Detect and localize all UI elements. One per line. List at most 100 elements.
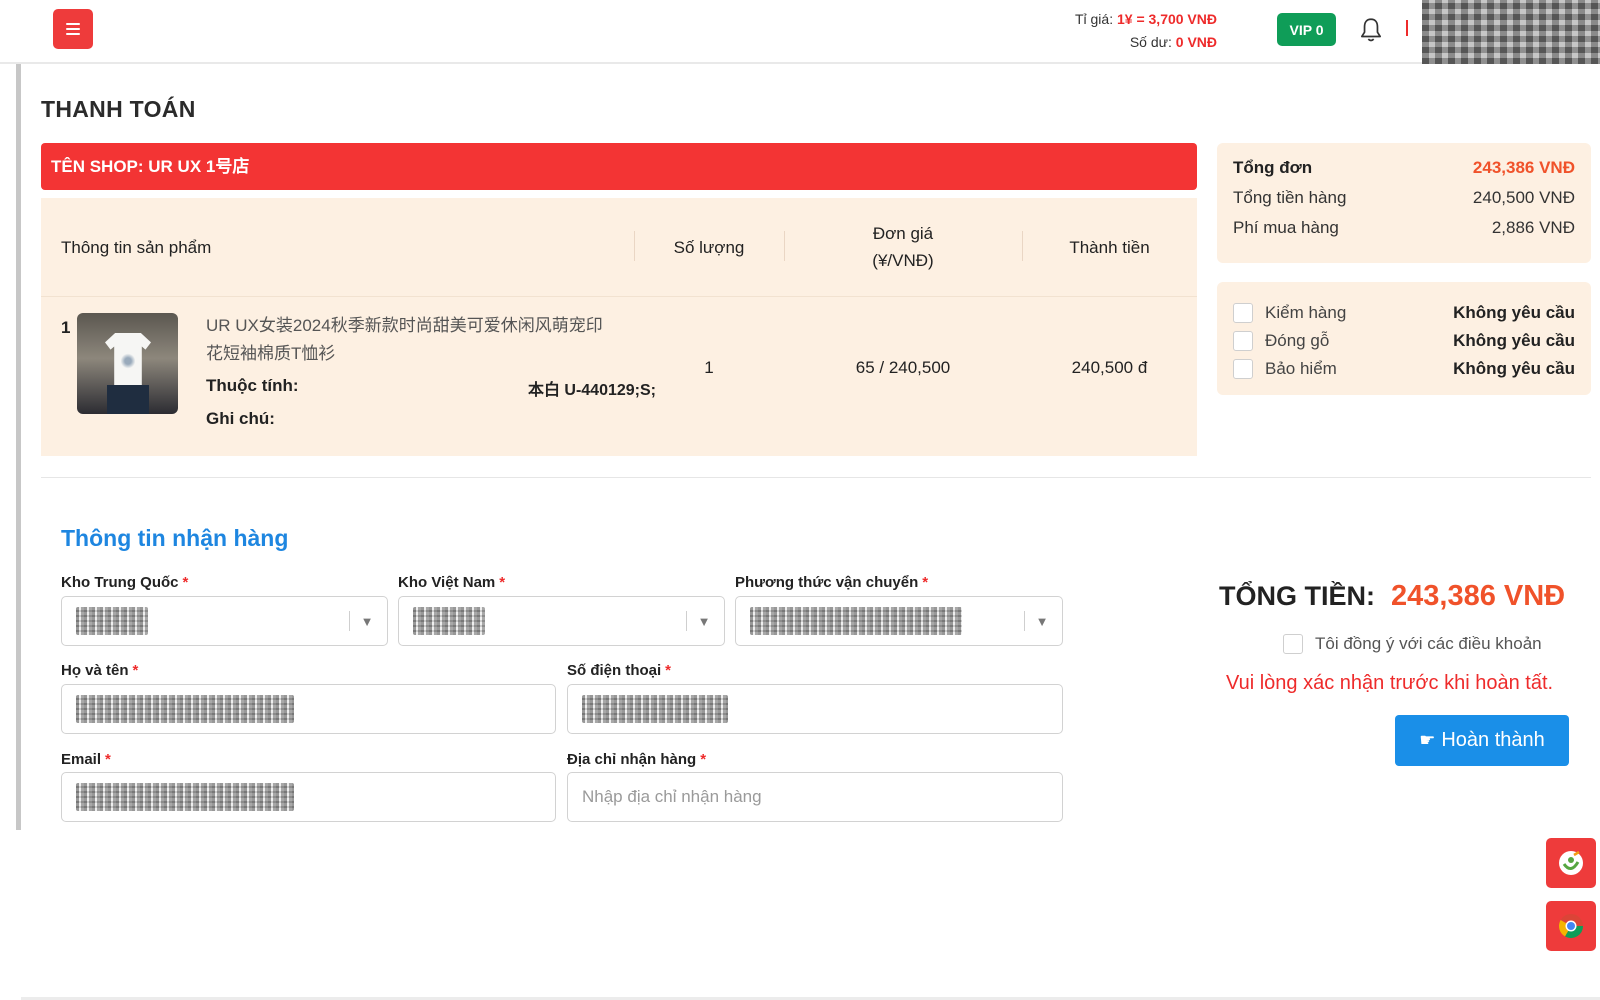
chevron-down-icon[interactable]: ▼ bbox=[684, 597, 724, 645]
order-summary: Tổng đơn 243,386 VNĐ Tổng tiền hàng 240,… bbox=[1217, 143, 1591, 263]
page-title: THANH TOÁN bbox=[41, 96, 196, 122]
redacted-value bbox=[582, 695, 728, 723]
finish-button[interactable]: ☛ Hoàn thành bbox=[1395, 715, 1569, 766]
terms-label[interactable]: Tôi đồng ý với các điều khoản bbox=[1315, 634, 1542, 654]
redacted-value bbox=[750, 607, 962, 635]
service-inspection: Kiểm hàng Không yêu cầu bbox=[1233, 301, 1575, 325]
label-text: Kho Việt Nam bbox=[398, 574, 496, 591]
user-avatar[interactable] bbox=[1422, 0, 1600, 64]
header-subtotal: Thành tiền bbox=[1069, 237, 1150, 257]
header-separator bbox=[1406, 20, 1408, 36]
summary-total-label: Tổng đơn bbox=[1233, 158, 1313, 177]
pointing-hand-icon: ☛ bbox=[1419, 730, 1436, 750]
service-label: Kiểm hàng bbox=[1265, 303, 1347, 322]
summary-total-row: Tổng đơn 243,386 VNĐ bbox=[1233, 158, 1575, 178]
hamburger-icon bbox=[66, 23, 80, 35]
inspection-checkbox[interactable] bbox=[1233, 303, 1253, 323]
product-shirt-shape bbox=[105, 333, 151, 385]
section-divider bbox=[41, 477, 1591, 478]
email-label: Email * bbox=[61, 751, 111, 768]
service-value: Không yêu cầu bbox=[1453, 303, 1575, 322]
service-label: Bảo hiểm bbox=[1265, 359, 1337, 378]
summary-fee-value: 2,886 VNĐ bbox=[1491, 218, 1575, 237]
row-divider bbox=[41, 296, 1197, 297]
row-subtotal: 240,500 đ bbox=[1071, 358, 1148, 377]
chevron-down-icon[interactable]: ▼ bbox=[347, 597, 387, 645]
full-name-label: Họ và tên * bbox=[61, 662, 138, 679]
float-extension-button[interactable] bbox=[1546, 838, 1596, 888]
label-text: Địa chỉ nhận hàng bbox=[567, 751, 697, 768]
label-text: Số điện thoại bbox=[567, 662, 662, 679]
required-mark: * bbox=[665, 662, 672, 679]
address-label: Địa chỉ nhận hàng * bbox=[567, 751, 706, 768]
service-value: Không yêu cầu bbox=[1453, 331, 1575, 350]
bell-icon[interactable] bbox=[1358, 16, 1384, 44]
confirm-warning: Vui lòng xác nhận trước khi hoàn tất. bbox=[1226, 672, 1554, 694]
summary-goods-value: 240,500 VNĐ bbox=[1472, 188, 1575, 207]
top-bar: Tỉ giá: 1¥ = 3,700 VNĐ Số dư: 0 VNĐ VIP … bbox=[0, 0, 1600, 64]
redacted-value bbox=[76, 607, 148, 635]
label-text: Kho Trung Quốc bbox=[61, 574, 179, 591]
product-table: Thông tin sản phẩm Số lượng Đơn giá (¥/V… bbox=[41, 198, 1197, 456]
vn-warehouse-select[interactable]: ▼ bbox=[398, 596, 725, 646]
product-image[interactable] bbox=[77, 313, 178, 414]
vip-badge[interactable]: VIP 0 bbox=[1277, 13, 1336, 46]
balance-label: Số dư: bbox=[1129, 34, 1172, 50]
phone-input[interactable] bbox=[567, 684, 1063, 734]
terms-checkbox[interactable] bbox=[1283, 634, 1303, 654]
header-price: Đơn giá (¥/VNĐ) bbox=[872, 224, 934, 270]
balance-value: 0 VNĐ bbox=[1175, 34, 1217, 50]
shipping-info-title: Thông tin nhận hàng bbox=[61, 525, 289, 551]
shop-name-bar: TÊN SHOP: UR UX 1号店 bbox=[41, 143, 1197, 190]
required-mark: * bbox=[105, 751, 111, 768]
email-input[interactable] bbox=[61, 772, 556, 822]
menu-toggle-button[interactable] bbox=[53, 9, 93, 49]
service-wood-packing: Đóng gỗ Không yêu cầu bbox=[1233, 329, 1575, 353]
summary-goods-row: Tổng tiền hàng 240,500 VNĐ bbox=[1233, 188, 1575, 208]
grand-total-value: 243,386 VNĐ bbox=[1391, 580, 1566, 612]
header-product: Thông tin sản phẩm bbox=[61, 237, 212, 257]
grand-total-label: TỔNG TIỀN: bbox=[1219, 581, 1375, 611]
grand-total: TỔNG TIỀN: 243,386 VNĐ bbox=[1219, 580, 1565, 613]
left-rail bbox=[16, 64, 21, 830]
product-name[interactable]: UR UX女装2024秋季新款时尚甜美可爱休闲风萌宠印花短袖棉质T恤衫 bbox=[206, 312, 616, 368]
chevron-down-icon[interactable]: ▼ bbox=[1022, 597, 1062, 645]
note-label: Ghi chú: bbox=[206, 409, 275, 428]
label-text: Email bbox=[61, 751, 102, 768]
service-label: Đóng gỗ bbox=[1265, 331, 1330, 350]
label-text: Họ và tên bbox=[61, 662, 129, 679]
services-panel: Kiểm hàng Không yêu cầu Đóng gỗ Không yê… bbox=[1217, 282, 1591, 395]
service-value: Không yêu cầu bbox=[1453, 359, 1575, 378]
required-mark: * bbox=[700, 751, 707, 768]
wood-packing-checkbox[interactable] bbox=[1233, 331, 1253, 351]
required-mark: * bbox=[182, 574, 189, 591]
redacted-value bbox=[413, 607, 485, 635]
full-name-input[interactable] bbox=[61, 684, 556, 734]
terms-agreement[interactable]: Tôi đồng ý với các điều khoản bbox=[1283, 634, 1542, 654]
label-text: Phương thức vận chuyển bbox=[735, 574, 919, 591]
summary-goods-label: Tổng tiền hàng bbox=[1233, 188, 1347, 207]
row-quantity: 1 bbox=[704, 358, 714, 377]
extension-logo-icon bbox=[1559, 850, 1583, 875]
product-pants-shape bbox=[107, 385, 149, 414]
header-quantity: Số lượng bbox=[673, 237, 745, 257]
china-warehouse-label: Kho Trung Quốc * bbox=[61, 574, 188, 591]
summary-fee-row: Phí mua hàng 2,886 VNĐ bbox=[1233, 218, 1575, 238]
float-chrome-button[interactable] bbox=[1546, 901, 1596, 951]
rate-balance-info: Tỉ giá: 1¥ = 3,700 VNĐ Số dư: 0 VNĐ bbox=[1075, 8, 1217, 54]
china-warehouse-select[interactable]: ▼ bbox=[61, 596, 388, 646]
phone-label: Số điện thoại * bbox=[567, 662, 671, 679]
summary-total-value: 243,386 VNĐ bbox=[1472, 158, 1575, 177]
required-mark: * bbox=[922, 574, 929, 591]
attribute-value: 本白 U-440129;S; bbox=[527, 382, 656, 399]
row-index: 1 bbox=[61, 318, 71, 337]
service-insurance: Bảo hiểm Không yêu cầu bbox=[1233, 357, 1575, 381]
finish-button-label: Hoàn thành bbox=[1441, 729, 1545, 751]
address-placeholder: Nhập địa chỉ nhận hàng bbox=[582, 787, 762, 806]
shipping-method-select[interactable]: ▼ bbox=[735, 596, 1063, 646]
redacted-value bbox=[76, 783, 294, 811]
insurance-checkbox[interactable] bbox=[1233, 359, 1253, 379]
required-mark: * bbox=[499, 574, 506, 591]
summary-fee-label: Phí mua hàng bbox=[1233, 218, 1339, 237]
address-input[interactable]: Nhập địa chỉ nhận hàng bbox=[567, 772, 1063, 822]
